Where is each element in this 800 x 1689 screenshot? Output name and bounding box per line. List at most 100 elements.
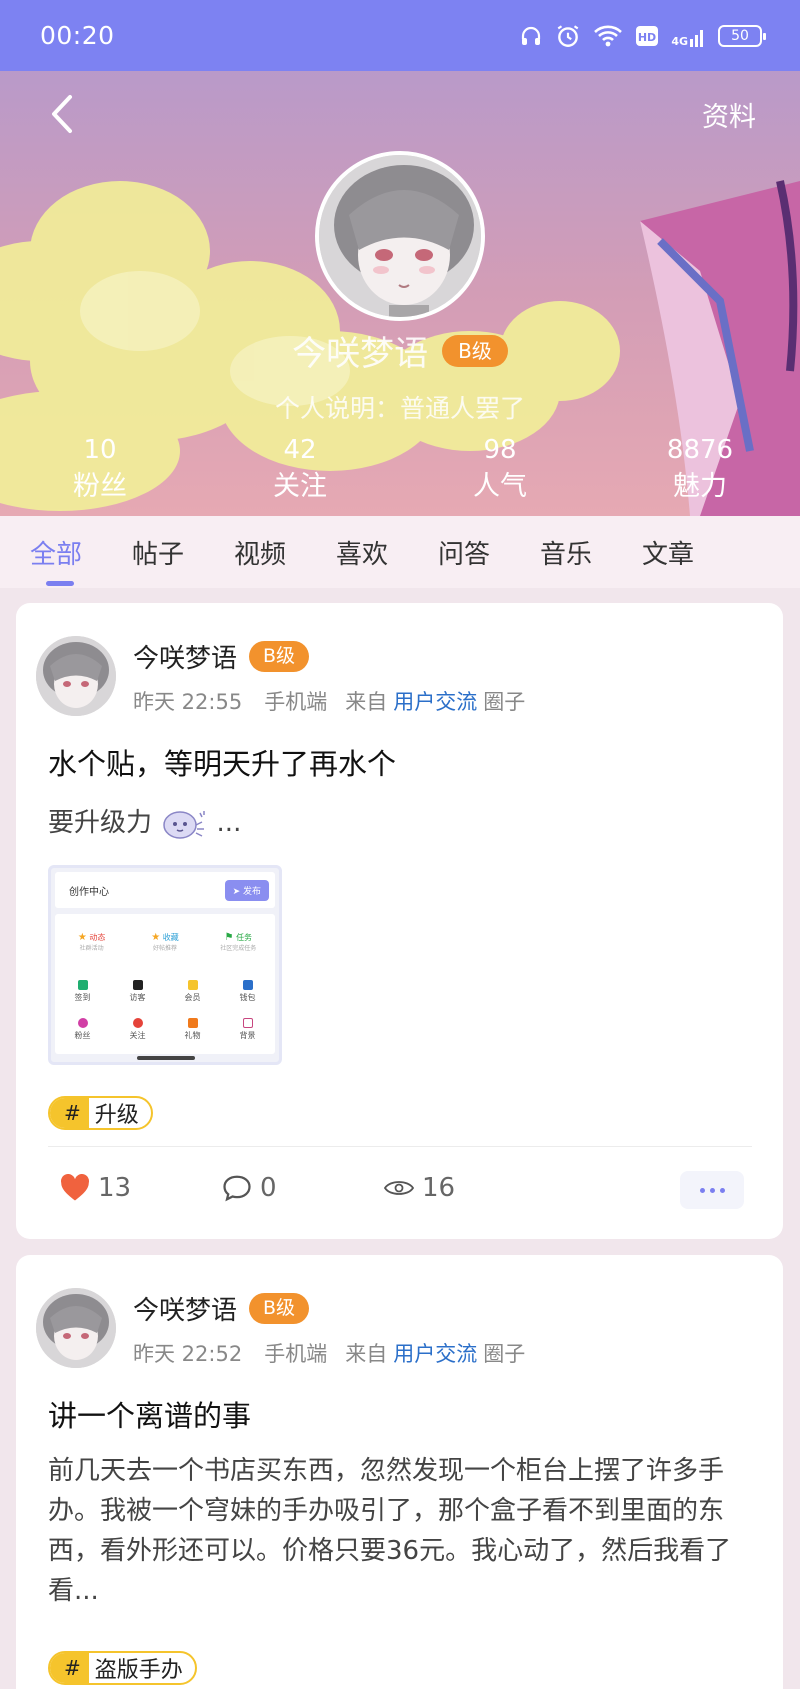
tab-music[interactable]: 音乐 (540, 516, 642, 588)
post-author-avatar[interactable] (36, 636, 116, 716)
signal-icon: 4G (671, 25, 706, 47)
comment-button[interactable]: 0 (222, 1173, 277, 1203)
view-count-display: 16 (384, 1173, 455, 1203)
thumb-item-label: 礼物 (184, 1031, 201, 1040)
thumb-item: ⚑ 任务 社区完成任务 (213, 932, 263, 952)
comment-count: 0 (260, 1173, 277, 1203)
profile-stats: 10 粉丝 42 关注 98 人气 8876 魅力 (0, 433, 800, 507)
tab-all[interactable]: 全部 (30, 516, 132, 588)
thumb-title: 创作中心 (69, 886, 109, 898)
post-author-row: 今咲梦语 B级 (133, 638, 310, 675)
comment-icon (223, 1175, 251, 1202)
headphones-icon (522, 26, 541, 45)
thumb-item: 礼物 (168, 1018, 218, 1041)
thumb-row: ★ 动态 社群活动 ★ 收藏 好帖推荐 ⚑ 任务 社区完成任务 (55, 932, 275, 952)
thumb-item: 会员 (168, 980, 218, 1003)
status-bar: 00:20 HD 4G 50 (0, 0, 800, 71)
hash-icon: # (50, 1653, 89, 1683)
thumb-body: ★ 动态 社群活动 ★ 收藏 好帖推荐 ⚑ 任务 社区完成任务 签到 访客 会员… (55, 914, 275, 1054)
topic-tag-label: 升级 (94, 1103, 139, 1128)
hd-icon: HD (636, 25, 659, 46)
stat-label: 关注 (273, 471, 327, 502)
topic-tag[interactable]: # 盗版手办 (48, 1651, 197, 1685)
post-excerpt[interactable]: 前几天去一个书店买东西，忽然发现一个柜台上摆了许多手办。我被一个穹妹的手办吸引了… (48, 1451, 758, 1611)
thumb-item: ★ 收藏 好帖推荐 (140, 932, 190, 952)
heart-icon (61, 1174, 89, 1201)
thumb-item-label: 背景 (239, 1031, 256, 1040)
view-count: 16 (422, 1173, 456, 1203)
thumb-item-sub: 社区完成任务 (220, 945, 257, 952)
tab-qa[interactable]: 问答 (438, 516, 540, 588)
stat-value: 98 (483, 435, 517, 465)
sticker-emoji-icon (163, 810, 206, 839)
thumb-item: 粉丝 (58, 1018, 108, 1041)
profile-avatar[interactable] (315, 151, 485, 321)
post-circle-link[interactable]: 用户交流 (393, 686, 477, 716)
profile-header: 资料 今咲梦语 B级 个人说明：普通人罢了 10 粉丝 42 关注 98 人气 … (0, 71, 800, 516)
star-icon: ★ (151, 932, 161, 943)
stat-label: 粉丝 (73, 471, 127, 502)
post-author-row: 今咲梦语 B级 (133, 1290, 310, 1327)
post-excerpt-ellipsis: ... (216, 808, 242, 838)
battery-icon: 50 (718, 24, 766, 47)
svg-text:HD: HD (638, 31, 656, 44)
status-icons: HD 4G 50 (519, 23, 766, 49)
tab-posts[interactable]: 帖子 (132, 516, 234, 588)
post-card[interactable]: 今咲梦语 B级 昨天 22:55 手机端 来自 用户交流 圈子 水个贴，等明天升… (16, 603, 783, 1239)
post-author-name[interactable]: 今咲梦语 (133, 1290, 237, 1327)
post-level-badge: B级 (249, 1293, 310, 1324)
thumb-item-sub: 社群活动 (79, 945, 104, 952)
post-title[interactable]: 讲一个离谱的事 (48, 1393, 251, 1435)
post-image-thumbnail[interactable]: 创作中心 ➤ 发布 ★ 动态 社群活动 ★ 收藏 好帖推荐 ⚑ 任务 社区完成任… (48, 865, 282, 1065)
thumb-publish-button: ➤ 发布 (224, 879, 269, 901)
tab-likes[interactable]: 喜欢 (336, 516, 438, 588)
post-device: 手机端 (264, 1342, 328, 1366)
back-icon[interactable] (44, 89, 84, 139)
stat-popularity[interactable]: 98 人气 (400, 433, 600, 507)
like-count: 13 (98, 1173, 132, 1203)
post-card[interactable]: 今咲梦语 B级 昨天 22:52 手机端 来自 用户交流 圈子 讲一个离谱的事 … (16, 1255, 783, 1689)
post-title[interactable]: 水个贴，等明天升了再水个 (48, 741, 396, 783)
thumb-item: 关注 (113, 1018, 163, 1041)
thumb-item: 背景 (223, 1018, 273, 1041)
post-author-avatar[interactable] (36, 1288, 116, 1368)
divider (48, 1146, 752, 1147)
thumb-item-label: 收藏 (162, 933, 179, 942)
thumb-item-label: 访客 (129, 993, 146, 1002)
stat-charm[interactable]: 8876 魅力 (600, 433, 800, 507)
stat-label: 魅力 (673, 471, 727, 502)
tab-videos[interactable]: 视频 (234, 516, 336, 588)
thumb-item-label: 关注 (129, 1031, 146, 1040)
more-dot-icon (719, 1187, 725, 1193)
more-options-button[interactable] (680, 1171, 744, 1209)
post-circle-link[interactable]: 用户交流 (393, 1338, 477, 1368)
hash-icon: # (50, 1098, 89, 1128)
profile-info-link[interactable]: 资料 (702, 95, 756, 134)
thumb-publish-label: 发布 (242, 886, 261, 897)
more-dot-icon (709, 1187, 715, 1193)
level-badge: B级 (442, 334, 508, 367)
topic-tag[interactable]: # 升级 (48, 1096, 153, 1130)
thumb-item-label: 粉丝 (74, 1031, 91, 1040)
post-author-name[interactable]: 今咲梦语 (133, 638, 237, 675)
network-type: 4G (671, 34, 688, 48)
thumb-item: ★ 动态 社群活动 (67, 932, 117, 952)
stat-value: 8876 (666, 435, 734, 465)
post-excerpt[interactable]: 要升级力 ... (48, 803, 758, 843)
more-dot-icon (699, 1187, 705, 1193)
thumb-home-indicator (137, 1056, 195, 1060)
thumb-item-label: 签到 (74, 993, 91, 1002)
stat-label: 人气 (473, 471, 527, 502)
eye-icon (384, 1181, 414, 1195)
stat-fans[interactable]: 10 粉丝 (0, 433, 200, 507)
stat-following[interactable]: 42 关注 (200, 433, 400, 507)
tab-articles[interactable]: 文章 (642, 516, 744, 588)
post-circle-suffix: 圈子 (483, 1342, 526, 1366)
status-time: 00:20 (40, 21, 115, 50)
wifi-icon (594, 25, 623, 46)
thumb-item-sub: 好帖推荐 (152, 945, 177, 952)
profile-bio: 个人说明：普通人罢了 (274, 394, 525, 423)
stat-value: 10 (83, 435, 117, 465)
like-button[interactable]: 13 (60, 1173, 131, 1203)
post-level-badge: B级 (249, 641, 310, 672)
